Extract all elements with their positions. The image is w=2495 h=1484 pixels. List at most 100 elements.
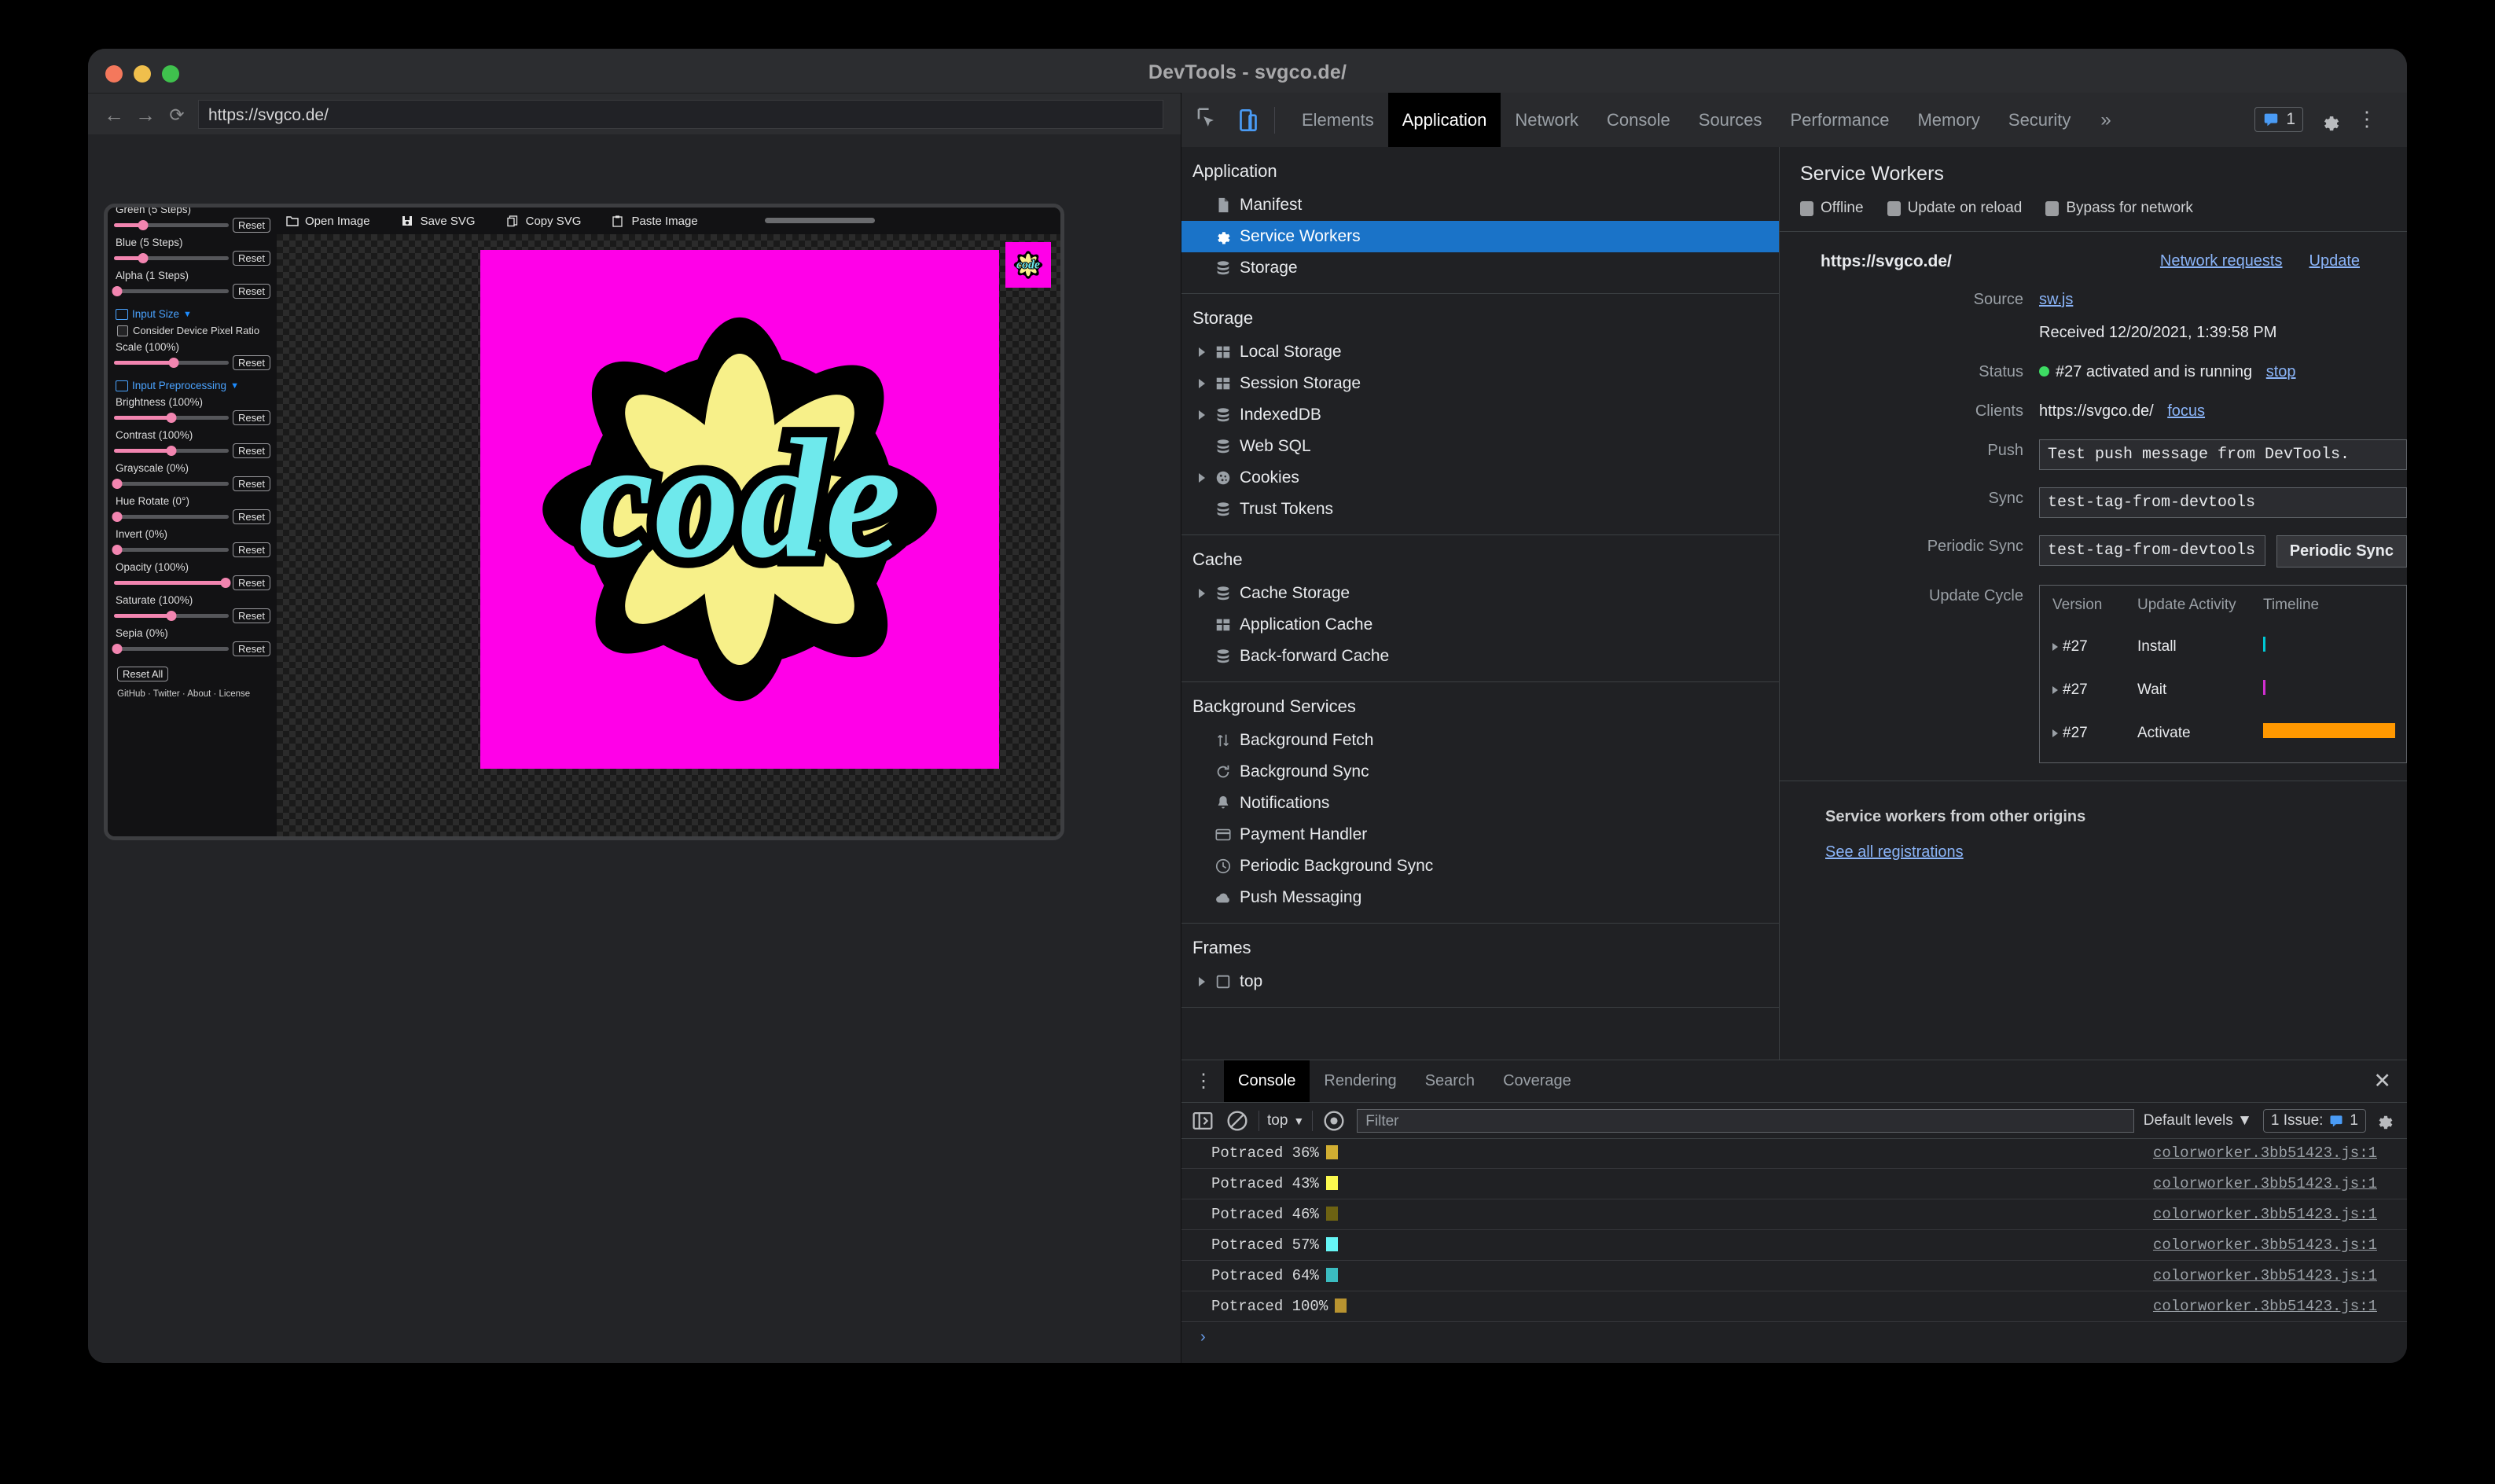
update-link[interactable]: Update bbox=[2309, 252, 2361, 270]
more-tabs-button[interactable]: » bbox=[2085, 109, 2126, 131]
inspect-cursor-icon[interactable] bbox=[1192, 105, 1222, 135]
sidebar-item-indexeddb[interactable]: IndexedDB bbox=[1181, 399, 1779, 431]
toggle-update-on-reload[interactable]: Update on reload bbox=[1887, 200, 2022, 217]
filter-input[interactable]: Filter bbox=[1357, 1108, 2134, 1133]
chevron-right-icon[interactable] bbox=[1199, 379, 1205, 388]
reset-button[interactable]: Reset bbox=[233, 251, 270, 266]
copy-svg-button[interactable]: Copy SVG bbox=[506, 215, 581, 228]
image-canvas[interactable]: code code bbox=[277, 234, 1060, 836]
slider-invert[interactable]: Reset bbox=[112, 542, 270, 557]
table-row[interactable]: #27 Install bbox=[2040, 625, 2406, 668]
sidebar-item-background-fetch[interactable]: Background Fetch bbox=[1181, 725, 1779, 756]
show-sidebar-icon[interactable] bbox=[1189, 1107, 1216, 1134]
reset-button[interactable]: Reset bbox=[233, 542, 270, 557]
reset-button[interactable]: Reset bbox=[233, 608, 270, 623]
reset-all-button[interactable]: Reset All bbox=[117, 667, 169, 681]
live-expression-icon[interactable] bbox=[1321, 1107, 1347, 1134]
sidebar-item-storage[interactable]: Storage bbox=[1181, 252, 1779, 284]
slider-contrast[interactable]: Reset bbox=[114, 443, 270, 458]
slider-blue[interactable]: Reset bbox=[114, 251, 270, 266]
slider-alpha[interactable]: Reset bbox=[112, 284, 270, 299]
drawer-tab-rendering[interactable]: Rendering bbox=[1310, 1060, 1410, 1102]
checkbox-icon[interactable] bbox=[2045, 200, 2060, 216]
toggle-bypass-for-network[interactable]: Bypass for network bbox=[2045, 200, 2193, 217]
clear-console-icon[interactable] bbox=[1224, 1107, 1251, 1134]
issues-indicator[interactable]: 1 bbox=[2254, 107, 2303, 132]
tab-application[interactable]: Application bbox=[1387, 93, 1501, 147]
console-message[interactable]: Potraced 100% colorworker.3bb51423.js:1 bbox=[1181, 1291, 2407, 1322]
url-input[interactable]: https://svgco.de/ bbox=[198, 100, 1163, 129]
reset-button[interactable]: Reset bbox=[233, 410, 270, 425]
tab-network[interactable]: Network bbox=[1501, 93, 1593, 147]
slider-grayscale[interactable]: Reset bbox=[112, 476, 270, 491]
chevron-right-icon[interactable] bbox=[2052, 729, 2058, 737]
periodic-sync-input[interactable]: test-tag-from-devtools bbox=[2039, 535, 2265, 566]
checkbox-icon[interactable] bbox=[1887, 200, 1901, 216]
reset-button[interactable]: Reset bbox=[233, 476, 270, 491]
reset-button[interactable]: Reset bbox=[233, 641, 270, 656]
kebab-menu-icon[interactable]: ⋮ bbox=[2357, 108, 2377, 129]
log-levels-selector[interactable]: Default levels ▼ bbox=[2144, 1112, 2252, 1130]
sidebar-item-trust-tokens[interactable]: Trust Tokens bbox=[1181, 494, 1779, 525]
reset-button[interactable]: Reset bbox=[233, 575, 270, 590]
tab-security[interactable]: Security bbox=[1994, 93, 2085, 147]
sidebar-item-manifest[interactable]: Manifest bbox=[1181, 189, 1779, 221]
arrow-right-icon[interactable]: → bbox=[134, 103, 157, 127]
sidebar-item-push-messaging[interactable]: Push Messaging bbox=[1181, 882, 1779, 913]
checkbox-icon[interactable] bbox=[117, 325, 128, 336]
chevron-right-icon[interactable] bbox=[1199, 410, 1205, 420]
message-source-link[interactable]: colorworker.3bb51423.js:1 bbox=[2153, 1298, 2377, 1315]
chevron-down-icon[interactable]: ▼ bbox=[230, 381, 239, 391]
sidebar-item-cache-storage[interactable]: Cache Storage bbox=[1181, 578, 1779, 609]
sync-input[interactable]: test-tag-from-devtools bbox=[2039, 487, 2407, 518]
reload-icon[interactable]: ⟳ bbox=[165, 103, 189, 127]
slider-opacity[interactable]: Reset bbox=[114, 575, 270, 590]
reset-button[interactable]: Reset bbox=[233, 355, 270, 370]
focus-link[interactable]: focus bbox=[2167, 402, 2205, 420]
chevron-right-icon[interactable] bbox=[1199, 977, 1205, 986]
table-row[interactable]: #27 Wait bbox=[2040, 668, 2406, 711]
tab-elements[interactable]: Elements bbox=[1288, 93, 1388, 147]
message-source-link[interactable]: colorworker.3bb51423.js:1 bbox=[2153, 1175, 2377, 1192]
section-input-size[interactable]: Input Size ▼ bbox=[116, 308, 270, 320]
sidebar-item-service-workers[interactable]: Service Workers bbox=[1181, 221, 1779, 252]
tab-performance[interactable]: Performance bbox=[1776, 93, 1903, 147]
message-source-link[interactable]: colorworker.3bb51423.js:1 bbox=[2153, 1206, 2377, 1223]
reset-button[interactable]: Reset bbox=[233, 284, 270, 299]
checkbox-device-pixel-ratio[interactable]: Consider Device Pixel Ratio bbox=[117, 325, 270, 336]
drawer-tab-console[interactable]: Console bbox=[1224, 1060, 1310, 1102]
toggle-offline[interactable]: Offline bbox=[1800, 200, 1864, 217]
open-image-button[interactable]: Open Image bbox=[286, 215, 370, 228]
stop-link[interactable]: stop bbox=[2266, 363, 2296, 380]
reset-button[interactable]: Reset bbox=[233, 443, 270, 458]
reset-button[interactable]: Reset bbox=[233, 509, 270, 524]
reset-button[interactable]: Reset bbox=[233, 218, 270, 233]
console-issues-indicator[interactable]: 1 Issue: 1 bbox=[2262, 1108, 2366, 1133]
console-messages[interactable]: Potraced 36% colorworker.3bb51423.js:1 Pot… bbox=[1181, 1138, 2407, 1363]
chevron-right-icon[interactable] bbox=[1199, 473, 1205, 483]
slider-sepia[interactable]: Reset bbox=[112, 641, 270, 656]
kebab-menu-icon[interactable]: ⋮ bbox=[1181, 1071, 1224, 1091]
message-source-link[interactable]: colorworker.3bb51423.js:1 bbox=[2153, 1236, 2377, 1254]
tab-memory[interactable]: Memory bbox=[1903, 93, 1993, 147]
slider-green[interactable]: Reset bbox=[114, 218, 270, 233]
console-message[interactable]: Potraced 64% colorworker.3bb51423.js:1 bbox=[1181, 1261, 2407, 1291]
drawer-tab-search[interactable]: Search bbox=[1411, 1060, 1489, 1102]
chevron-right-icon[interactable] bbox=[1199, 589, 1205, 598]
table-row[interactable]: #27 Activate bbox=[2040, 711, 2406, 755]
device-toolbar-icon[interactable] bbox=[1233, 105, 1263, 135]
drawer-tab-coverage[interactable]: Coverage bbox=[1489, 1060, 1586, 1102]
paste-image-button[interactable]: Paste Image bbox=[612, 215, 698, 228]
console-message[interactable]: Potraced 46% colorworker.3bb51423.js:1 bbox=[1181, 1199, 2407, 1230]
chevron-down-icon[interactable]: ▼ bbox=[183, 310, 192, 319]
source-link[interactable]: sw.js bbox=[2039, 291, 2073, 308]
sidebar-item-periodic-background-sync[interactable]: Periodic Background Sync bbox=[1181, 850, 1779, 882]
footer-links[interactable]: GitHub · Twitter · About · License bbox=[117, 689, 270, 699]
console-prompt[interactable]: › bbox=[1181, 1322, 2407, 1352]
sidebar-item-top[interactable]: top bbox=[1181, 966, 1779, 997]
sidebar-item-background-sync[interactable]: Background Sync bbox=[1181, 756, 1779, 788]
checkbox-icon[interactable] bbox=[1800, 200, 1813, 216]
chevron-right-icon[interactable] bbox=[1199, 347, 1205, 357]
sidebar-item-web-sql[interactable]: Web SQL bbox=[1181, 431, 1779, 462]
push-input[interactable]: Test push message from DevTools. bbox=[2039, 439, 2407, 470]
